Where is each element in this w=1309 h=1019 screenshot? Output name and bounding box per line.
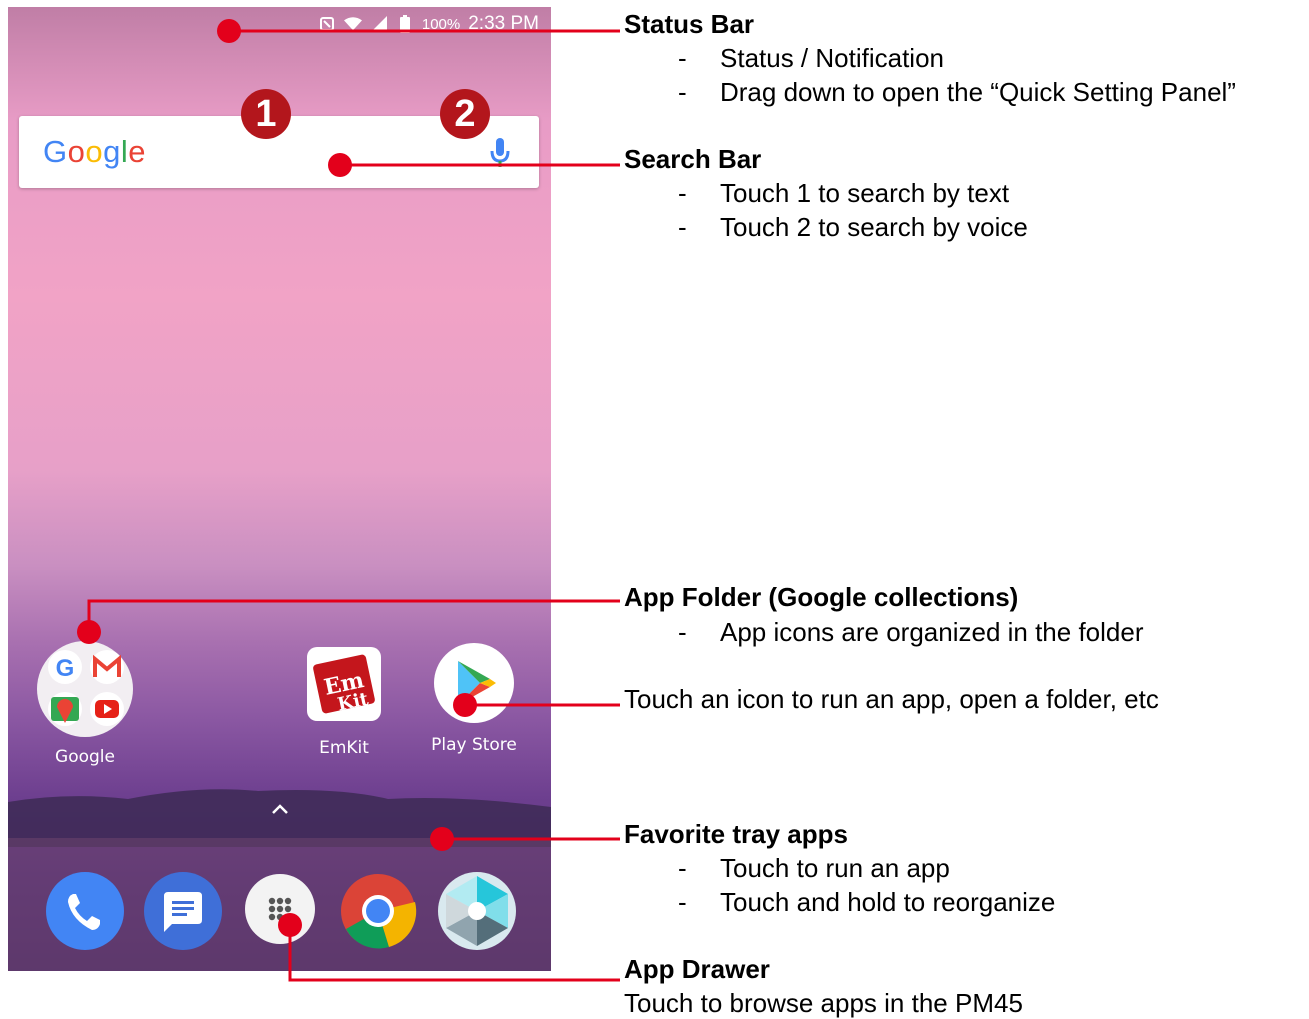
camera-icon[interactable] — [438, 872, 516, 950]
clock: 2:33 PM — [468, 13, 539, 34]
status-icons: 100% 2:33 PM — [318, 13, 539, 35]
bullet-dash: - — [678, 212, 687, 242]
nfc-icon — [318, 15, 336, 33]
app-emkit[interactable]: Em Kit EmKit — [289, 647, 399, 758]
folder-google-collections-icon: G — [37, 641, 133, 737]
google-logo[interactable]: Google — [43, 134, 146, 170]
wifi-icon — [343, 15, 362, 33]
bullet-dash: - — [678, 617, 687, 647]
app-play-store[interactable]: Play Store — [419, 643, 529, 755]
badge-voice-search: 2 — [440, 89, 490, 139]
bullet-dash: - — [678, 887, 687, 917]
callout-app-folder-bullet-1: App icons are organized in the folder — [720, 617, 1144, 647]
app-drawer-icon[interactable] — [245, 874, 315, 944]
callout-favorite-tray-title: Favorite tray apps — [624, 819, 848, 849]
callout-favorite-tray-bullet-1: Touch to run an app — [720, 853, 950, 883]
callout-favorite-tray-bullet-2: Touch and hold to reorganize — [720, 887, 1056, 917]
emkit-icon: Em Kit — [307, 647, 381, 721]
callout-app-drawer-text: Touch to browse apps in the PM45 — [624, 988, 1023, 1018]
phone-icon[interactable] — [46, 872, 124, 950]
svg-text:G: G — [56, 655, 75, 682]
chrome-icon[interactable] — [339, 872, 417, 950]
callout-search-bar-bullet-1: Touch 1 to search by text — [720, 178, 1010, 208]
badge-text-search: 1 — [241, 89, 291, 139]
callout-app-folder-title: App Folder (Google collections) — [624, 582, 1019, 612]
callout-touch-icon-text: Touch an icon to run an app, open a fold… — [624, 684, 1159, 714]
messages-icon[interactable] — [144, 872, 222, 950]
favorites-tray — [8, 838, 551, 971]
play-store-icon — [434, 643, 514, 723]
bullet-dash: - — [678, 43, 687, 73]
callout-search-bar-title: Search Bar — [624, 144, 762, 174]
callout-status-bar-bullet-2: Drag down to open the “Quick Setting Pan… — [720, 77, 1236, 107]
app-label-emkit: EmKit — [319, 738, 369, 758]
battery-icon — [396, 15, 414, 33]
callout-app-drawer-title: App Drawer — [624, 954, 770, 984]
app-label-play-store: Play Store — [431, 735, 517, 755]
chevron-up-icon[interactable] — [270, 802, 290, 816]
callout-search-bar-bullet-2: Touch 2 to search by voice — [720, 212, 1028, 242]
phone-screen: 100% 2:33 PM Google 1 2 G Google Em Kit … — [8, 7, 551, 971]
mic-icon[interactable] — [489, 136, 511, 170]
battery-percent: 100% — [421, 15, 461, 33]
status-bar[interactable]: 100% 2:33 PM — [8, 7, 551, 39]
google-logo-text: Google — [43, 134, 147, 169]
bullet-dash: - — [678, 178, 687, 208]
callout-status-bar-title: Status Bar — [624, 9, 755, 39]
app-label-google: Google — [55, 747, 115, 767]
bullet-dash: - — [678, 77, 687, 107]
app-google-folder[interactable]: G Google — [30, 641, 140, 767]
bullet-dash: - — [678, 853, 687, 883]
signal-icon — [370, 15, 388, 33]
callout-status-bar-bullet-1: Status / Notification — [720, 43, 944, 73]
